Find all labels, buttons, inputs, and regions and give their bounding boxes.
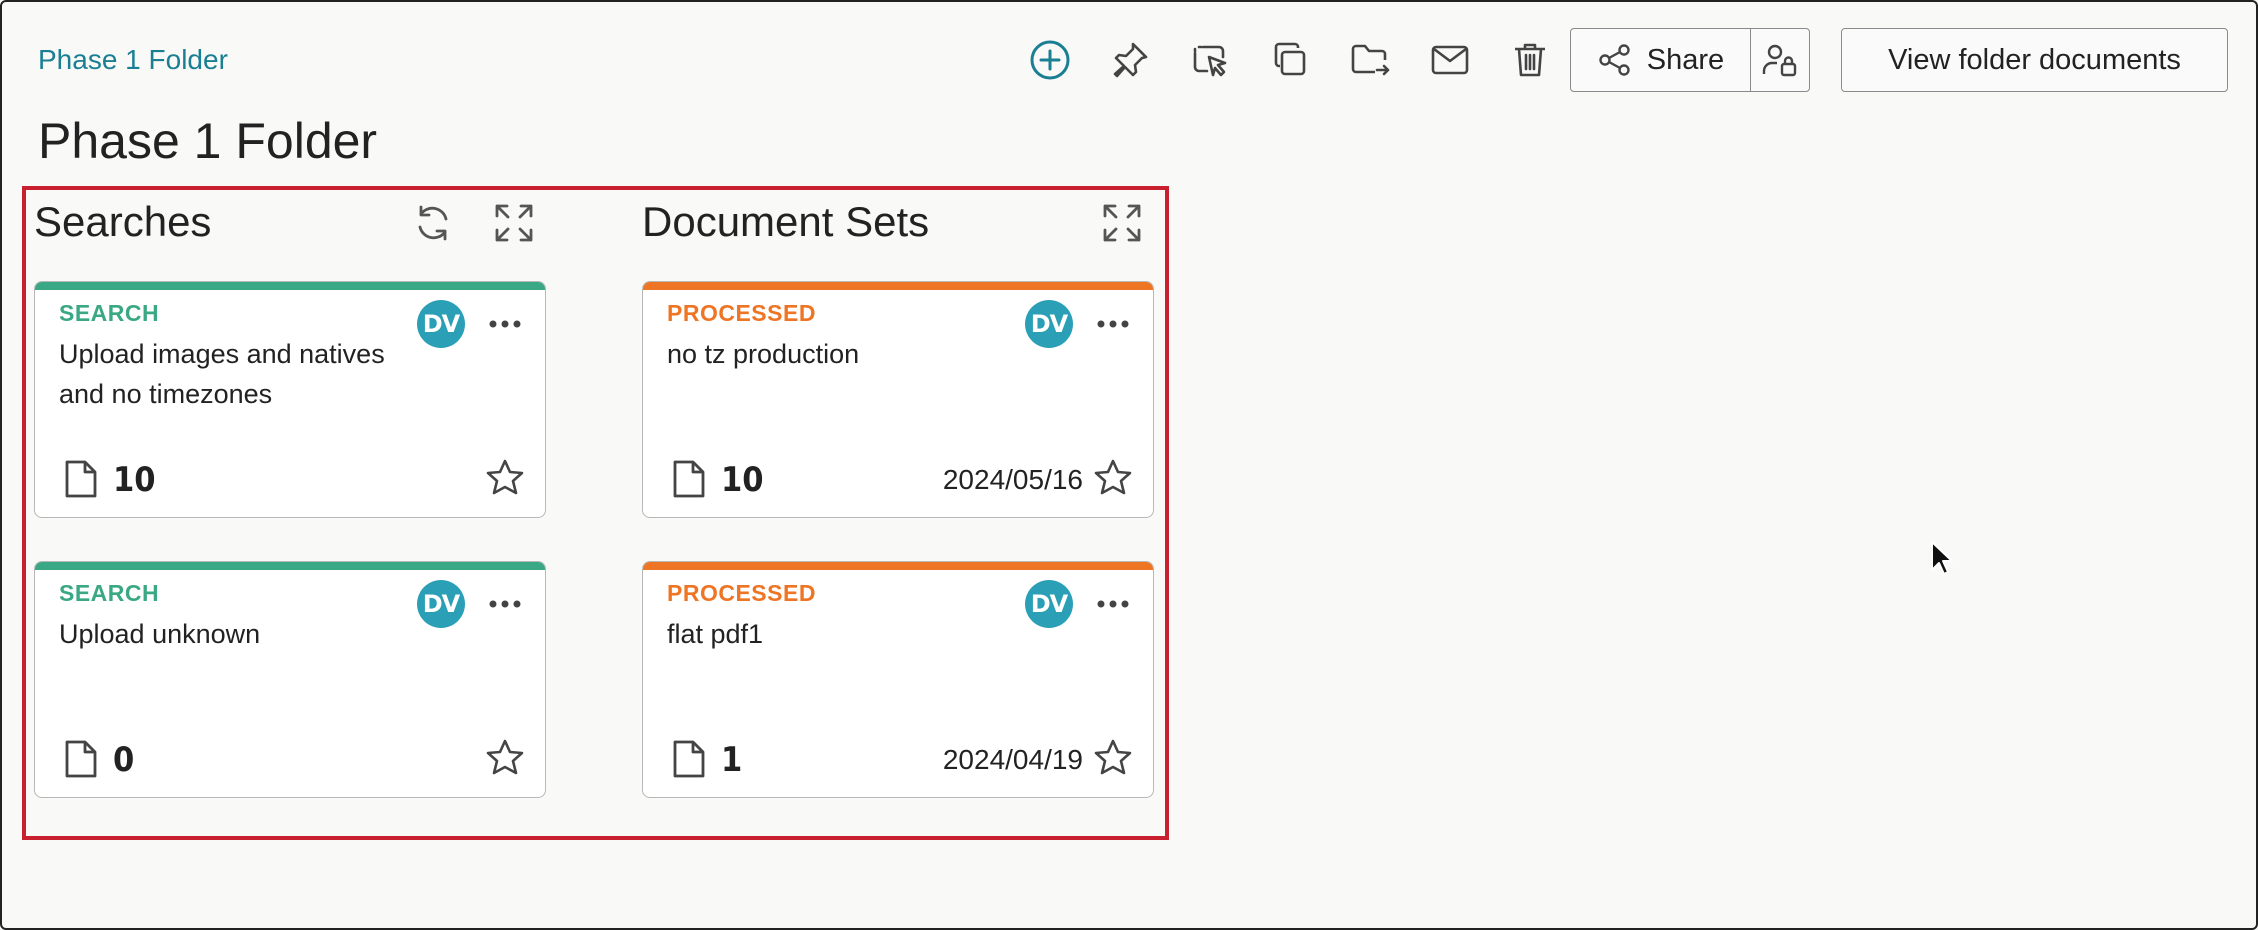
trash-icon bbox=[1515, 43, 1545, 77]
document-icon bbox=[65, 460, 97, 498]
card-kind: PROCESSED bbox=[667, 580, 816, 606]
star-icon[interactable] bbox=[485, 738, 525, 778]
search-card[interactable]: SEARCH Upload unknown DV 0 bbox=[34, 561, 546, 798]
search-card[interactable]: SEARCH Upload images and natives and no … bbox=[34, 281, 546, 518]
view-folder-documents-button[interactable]: View folder documents bbox=[1841, 28, 2228, 92]
document-sets-title: Document Sets bbox=[642, 198, 930, 245]
copy-button[interactable] bbox=[1250, 28, 1330, 92]
move-button[interactable] bbox=[1330, 28, 1410, 92]
avatar: DV bbox=[417, 300, 465, 348]
share-label: Share bbox=[1646, 43, 1725, 76]
document-icon bbox=[65, 740, 97, 778]
expand-searches-button[interactable] bbox=[491, 200, 537, 246]
expand-document-sets-button[interactable] bbox=[1099, 200, 1145, 246]
card-name: flat pdf1 bbox=[667, 619, 764, 649]
breadcrumb[interactable]: Phase 1 Folder bbox=[38, 44, 228, 76]
star-icon[interactable] bbox=[485, 458, 525, 498]
document-count: 0 bbox=[113, 740, 135, 780]
avatar: DV bbox=[1025, 300, 1073, 348]
card-date: 2024/05/16 bbox=[942, 464, 1083, 495]
refresh-button[interactable] bbox=[410, 200, 456, 246]
card-kind: SEARCH bbox=[59, 580, 160, 606]
document-set-card[interactable]: PROCESSED no tz production DV 10 2024/05… bbox=[642, 281, 1154, 518]
more-options-button[interactable] bbox=[483, 304, 527, 344]
card-name: Upload unknown bbox=[59, 619, 261, 649]
copy-icon bbox=[1274, 42, 1306, 76]
expand-icon bbox=[495, 204, 533, 242]
card-date: 2024/04/19 bbox=[942, 744, 1083, 775]
ellipsis-icon bbox=[1097, 600, 1129, 608]
card-status-bar bbox=[35, 562, 545, 570]
card-name: Upload images and natives and no timezon… bbox=[59, 339, 385, 409]
mouse-cursor-icon bbox=[1931, 541, 1953, 575]
move-folder-icon bbox=[1351, 44, 1390, 76]
add-button[interactable] bbox=[1010, 28, 1090, 92]
star-icon[interactable] bbox=[1093, 458, 1133, 498]
avatar: DV bbox=[1025, 580, 1073, 628]
document-count: 1 bbox=[721, 740, 743, 780]
refresh-icon bbox=[418, 205, 448, 241]
document-count: 10 bbox=[113, 460, 156, 500]
card-name: no tz production bbox=[667, 339, 860, 369]
card-status-bar bbox=[35, 282, 545, 290]
ellipsis-icon bbox=[489, 320, 521, 328]
permissions-button[interactable] bbox=[1751, 29, 1809, 91]
delete-button[interactable] bbox=[1490, 28, 1570, 92]
more-options-button[interactable] bbox=[1091, 584, 1135, 624]
select-button[interactable] bbox=[1170, 28, 1250, 92]
share-icon bbox=[1599, 44, 1630, 76]
avatar: DV bbox=[417, 580, 465, 628]
mail-icon bbox=[1431, 45, 1469, 75]
card-kind: PROCESSED bbox=[667, 300, 816, 326]
pin-icon bbox=[1113, 42, 1148, 78]
card-status-bar bbox=[643, 562, 1153, 570]
page-title: Phase 1 Folder bbox=[38, 113, 378, 169]
ellipsis-icon bbox=[489, 600, 521, 608]
add-circle-icon bbox=[1030, 40, 1070, 80]
expand-icon bbox=[1103, 204, 1141, 242]
searches-title: Searches bbox=[34, 198, 212, 245]
ellipsis-icon bbox=[1097, 320, 1129, 328]
star-icon[interactable] bbox=[1093, 738, 1133, 778]
share-group: Share bbox=[1570, 28, 1810, 92]
document-set-card[interactable]: PROCESSED flat pdf1 DV 1 2024/04/19 bbox=[642, 561, 1154, 798]
more-options-button[interactable] bbox=[1091, 304, 1135, 344]
card-status-bar bbox=[643, 282, 1153, 290]
document-icon bbox=[673, 460, 705, 498]
document-count: 10 bbox=[721, 460, 764, 500]
select-cursor-icon bbox=[1193, 45, 1227, 77]
card-kind: SEARCH bbox=[59, 300, 160, 326]
toolbar bbox=[1010, 28, 1570, 92]
more-options-button[interactable] bbox=[483, 584, 527, 624]
document-icon bbox=[673, 740, 705, 778]
user-lock-icon bbox=[1762, 44, 1797, 77]
pin-button[interactable] bbox=[1090, 28, 1170, 92]
share-button[interactable]: Share bbox=[1571, 29, 1751, 91]
email-button[interactable] bbox=[1410, 28, 1490, 92]
